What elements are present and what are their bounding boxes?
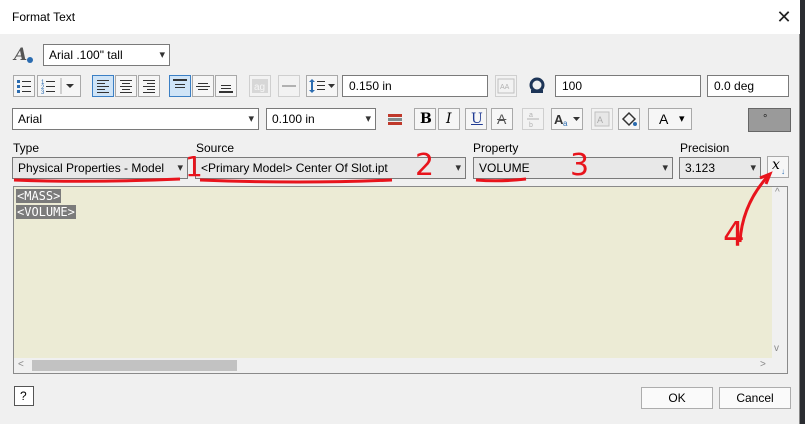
underline-source-mark xyxy=(199,178,393,184)
background-app-edge xyxy=(800,0,805,424)
annotation-4: 4 xyxy=(723,215,745,255)
annotation-3: 3 xyxy=(570,148,590,183)
underline-type-mark xyxy=(13,177,181,183)
annotation-2: 2 xyxy=(415,148,435,183)
annotation-1: 1 xyxy=(185,150,203,183)
annotation-overlay xyxy=(13,171,773,243)
underline-property-mark xyxy=(475,177,527,183)
format-text-dialog: Format Text ✕ A Arial .100" tall ▾ 123 ag xyxy=(0,0,800,424)
